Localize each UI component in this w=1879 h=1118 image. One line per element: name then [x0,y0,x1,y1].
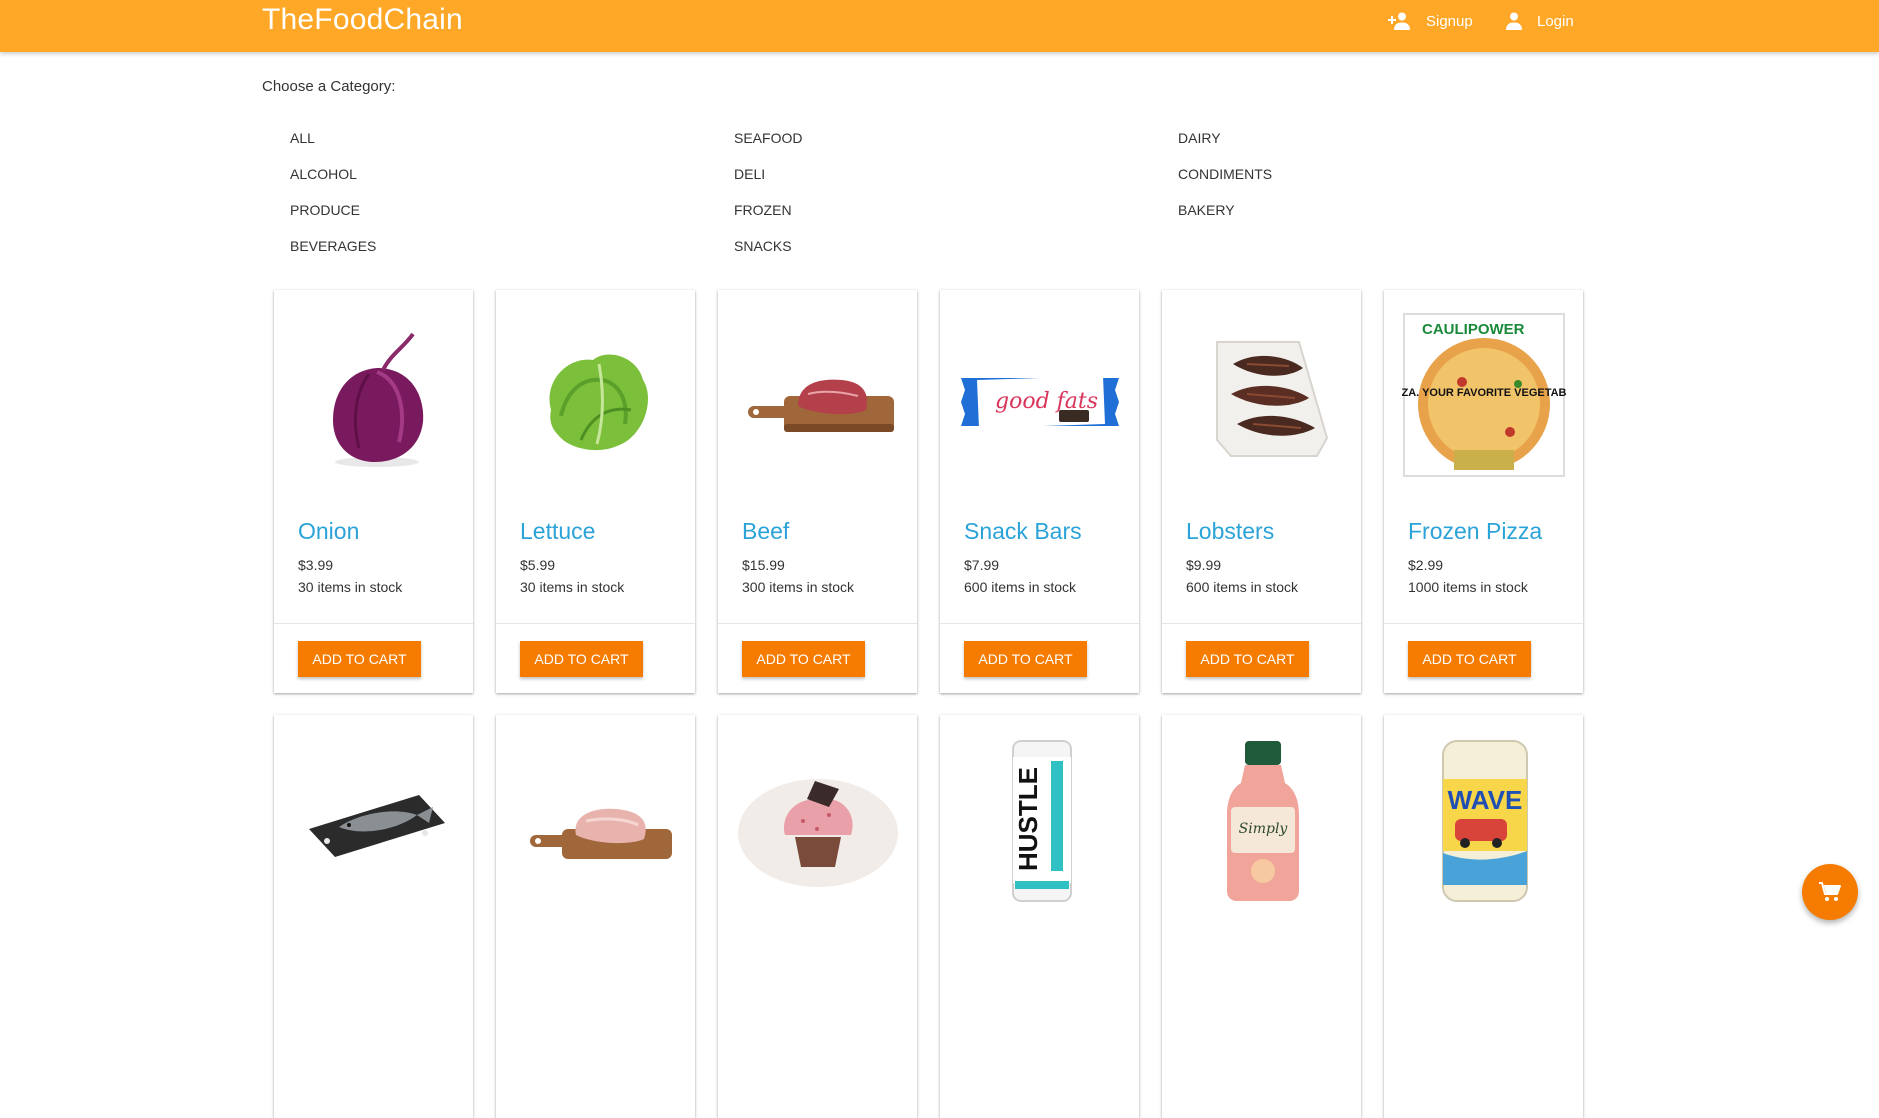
category-alcohol[interactable]: ALCOHOL [262,156,706,192]
login-label: Login [1537,12,1574,30]
product-stock: 300 items in stock [742,579,855,595]
category-beverages[interactable]: BEVERAGES [262,228,706,264]
beef-image [747,379,894,432]
category-dairy[interactable]: DAIRY [1150,120,1594,156]
product-card: good fats Snack Bars $7.99 600 items in … [940,290,1139,693]
category-heading: Choose a Category: [262,78,396,95]
app-bar: TheFoodChain Signup Login [0,0,1879,52]
onion-image [332,332,423,467]
category-condiments[interactable]: CONDIMENTS [1150,156,1594,192]
brand-title[interactable]: TheFoodChain [262,3,463,37]
product-image[interactable]: CAULIPOWER PIZZA. YOUR FAVORITE VEGETABL… [1384,290,1583,500]
product-price: $2.99 [1408,557,1444,573]
product-price: $5.99 [520,557,556,573]
product-image[interactable] [496,290,695,500]
person-icon [1506,12,1522,30]
card-divider [496,623,695,624]
person-add-icon [1388,12,1410,30]
shopping-cart-icon [1819,882,1841,901]
fish-image [308,795,445,857]
card-divider [940,623,1139,624]
snack-bar-image: good fats [960,376,1119,428]
product-name[interactable]: Lobsters [1186,518,1274,545]
product-image[interactable]: good fats [940,290,1139,500]
product-image[interactable] [496,715,695,925]
product-name[interactable]: Lettuce [520,518,595,545]
add-to-cart-button[interactable]: ADD TO CART [1408,641,1531,677]
pizza-brand-label: CAULIPOWER [1422,321,1525,338]
product-price: $9.99 [1186,557,1222,573]
add-to-cart-button[interactable]: ADD TO CART [1186,641,1309,677]
category-deli[interactable]: DELI [706,156,1150,192]
juice-bottle-label: Simply [1238,821,1288,837]
cupcake-image [737,779,898,887]
product-name[interactable]: Frozen Pizza [1408,518,1542,545]
product-grid: Onion $3.99 30 items in stock ADD TO CAR… [274,290,1584,1118]
product-price: $7.99 [964,557,1000,573]
lobsters-image [1215,341,1328,457]
energy-can-image: HUSTLE [1011,740,1072,902]
category-produce[interactable]: PRODUCE [262,192,706,228]
product-card [496,715,695,1118]
category-all[interactable]: ALL [262,120,706,156]
product-image[interactable] [1162,290,1361,500]
category-bakery[interactable]: BAKERY [1150,192,1594,228]
pizza-slogan-label: PIZZA. YOUR FAVORITE VEGETABLE. [1402,387,1566,399]
product-image[interactable]: HUSTLE [940,715,1139,925]
login-link[interactable]: Login [1505,10,1574,32]
pork-image [529,808,672,859]
product-name[interactable]: Beef [742,518,789,545]
frozen-pizza-image: CAULIPOWER PIZZA. YOUR FAVORITE VEGETABL… [1402,313,1566,477]
card-divider [718,623,917,624]
lettuce-image [549,354,648,451]
add-to-cart-button[interactable]: ADD TO CART [520,641,643,677]
category-seafood[interactable]: SEAFOOD [706,120,1150,156]
category-frozen[interactable]: FROZEN [706,192,1150,228]
product-image[interactable] [718,715,917,925]
signup-link[interactable]: Signup [1388,10,1473,32]
product-price: $15.99 [742,557,785,573]
soda-can-label: WAVE [1447,785,1522,815]
product-card [274,715,473,1118]
category-list: ALL SEAFOOD DAIRY ALCOHOL DELI CONDIMENT… [262,120,1593,264]
product-card: Lettuce $5.99 30 items in stock ADD TO C… [496,290,695,693]
add-to-cart-button[interactable]: ADD TO CART [742,641,865,677]
product-card: Onion $3.99 30 items in stock ADD TO CAR… [274,290,473,693]
energy-can-label: HUSTLE [1013,767,1043,871]
product-card: WAVE [1384,715,1583,1118]
cart-button[interactable] [1802,864,1858,920]
juice-bottle-image: Simply [1226,741,1299,901]
card-divider [1162,623,1361,624]
product-stock: 600 items in stock [1186,579,1299,595]
product-card: Simply [1162,715,1361,1118]
product-stock: 30 items in stock [298,579,403,595]
product-image[interactable]: WAVE [1384,715,1583,925]
product-image[interactable]: Simply [1162,715,1361,925]
product-stock: 1000 items in stock [1408,579,1528,595]
product-card [718,715,917,1118]
product-image[interactable] [274,715,473,925]
product-stock: 600 items in stock [964,579,1077,595]
product-image[interactable] [718,290,917,500]
card-divider [1384,623,1583,624]
product-price: $3.99 [298,557,334,573]
product-name[interactable]: Snack Bars [964,518,1082,545]
product-card: Beef $15.99 300 items in stock ADD TO CA… [718,290,917,693]
product-card: CAULIPOWER PIZZA. YOUR FAVORITE VEGETABL… [1384,290,1583,693]
product-name[interactable]: Onion [298,518,359,545]
add-to-cart-button[interactable]: ADD TO CART [964,641,1087,677]
product-stock: 30 items in stock [520,579,625,595]
signup-label: Signup [1426,12,1473,30]
add-to-cart-button[interactable]: ADD TO CART [298,641,421,677]
soda-can-image: WAVE [1441,740,1528,902]
product-card: Lobsters $9.99 600 items in stock ADD TO… [1162,290,1361,693]
product-image[interactable] [274,290,473,500]
category-snacks[interactable]: SNACKS [706,228,1150,264]
card-divider [274,623,473,624]
product-card: HUSTLE [940,715,1139,1118]
